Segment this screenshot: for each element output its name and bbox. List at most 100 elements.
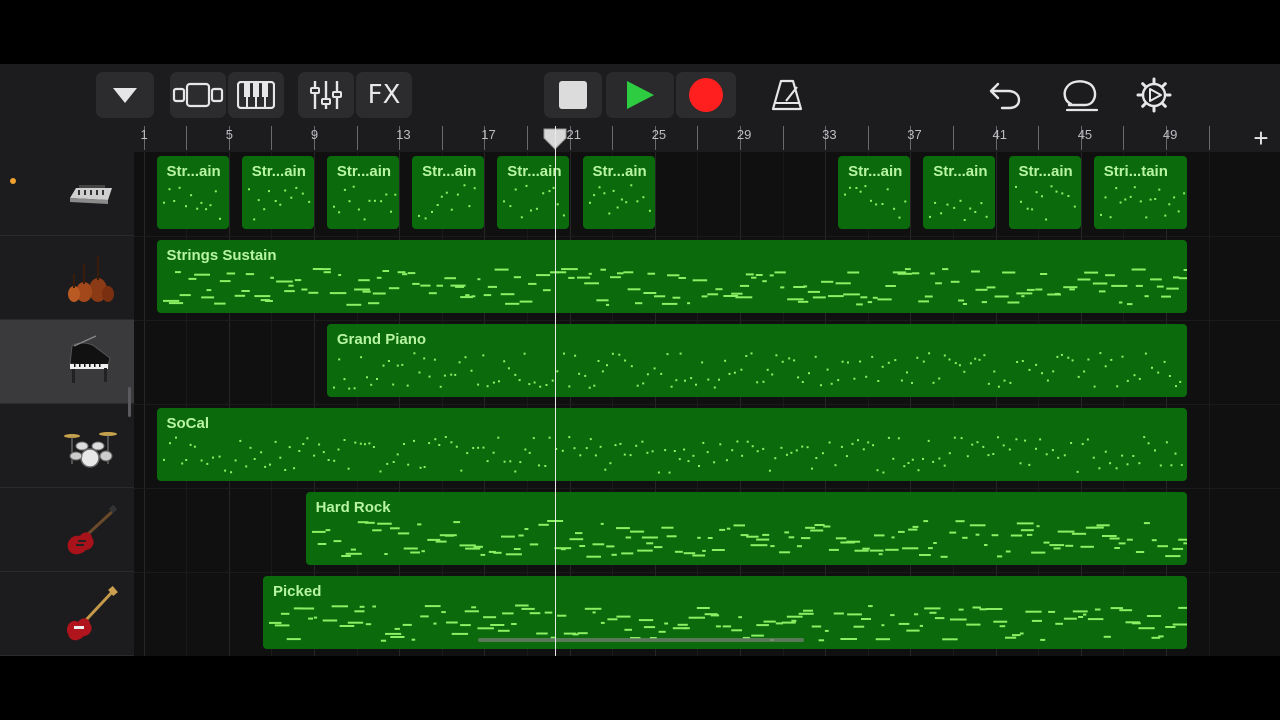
- midi-note: [348, 200, 351, 203]
- midi-note: [673, 450, 676, 452]
- midi-note: [783, 531, 789, 534]
- midi-note: [961, 536, 968, 539]
- track-header-grand-piano[interactable]: [0, 320, 134, 404]
- midi-note: [200, 459, 203, 462]
- midi-note: [694, 383, 697, 386]
- midi-note: [459, 296, 473, 299]
- track-lane[interactable]: SoCal: [134, 404, 1280, 489]
- midi-note: [946, 203, 949, 206]
- midi-note: [392, 461, 395, 463]
- midi-note: [738, 616, 742, 619]
- midi-note: [244, 465, 247, 468]
- midi-note: [828, 441, 831, 444]
- midi-note: [431, 210, 434, 213]
- loop-browser-button[interactable]: [1055, 72, 1105, 118]
- midi-note: [264, 300, 273, 302]
- region[interactable]: Str...ain: [1008, 156, 1081, 229]
- midi-note: [675, 379, 678, 382]
- midi-note: [1143, 522, 1150, 525]
- region[interactable]: Str...ain: [497, 156, 570, 229]
- stop-button[interactable]: [544, 72, 602, 118]
- midi-note: [294, 186, 297, 189]
- midi-note: [443, 277, 456, 280]
- region[interactable]: Str...ain: [838, 156, 911, 229]
- track-header-hard-rock[interactable]: [0, 488, 134, 572]
- midi-note: [1178, 606, 1188, 609]
- track-lane[interactable]: Strings Sustain: [134, 236, 1280, 321]
- record-button[interactable]: [676, 72, 736, 118]
- midi-note: [1099, 213, 1102, 216]
- midi-note: [280, 612, 290, 615]
- instrument-view-button[interactable]: [228, 72, 284, 118]
- midi-note: [365, 623, 372, 626]
- track-header-strings-sustain[interactable]: [0, 236, 134, 320]
- ruler-tick: [952, 126, 954, 150]
- region[interactable]: Str...ain: [241, 156, 314, 229]
- loop-icon: [1063, 80, 1099, 112]
- midi-note: [907, 462, 909, 464]
- midi-note: [492, 381, 495, 384]
- midi-note: [869, 549, 884, 552]
- track-header-picked[interactable]: [0, 572, 134, 656]
- track-lane[interactable]: Picked: [134, 572, 1280, 656]
- midi-note: [683, 379, 686, 382]
- midi-note: [1083, 613, 1087, 616]
- track-lane[interactable]: Hard Rock: [134, 488, 1280, 573]
- region[interactable]: Hard Rock: [305, 492, 1188, 565]
- horizontal-scrollbar[interactable]: [478, 638, 804, 642]
- midi-note: [1046, 379, 1049, 382]
- midi-note: [763, 620, 776, 623]
- region[interactable]: Str...ain: [923, 156, 996, 229]
- midi-note: [1071, 359, 1074, 362]
- midi-note: [492, 551, 502, 554]
- tracks-area[interactable]: Str...ain Str...ain Str...ain Str...ain Str.…: [134, 152, 1280, 656]
- track-lane[interactable]: Str...ain Str...ain Str...ain Str...ain Str.…: [134, 152, 1280, 237]
- midi-note: [943, 354, 946, 357]
- playhead[interactable]: [554, 126, 556, 656]
- midi-note: [515, 604, 529, 607]
- midi-note: [379, 470, 381, 473]
- midi-note: [717, 378, 720, 381]
- region[interactable]: SoCal: [156, 408, 1188, 481]
- region[interactable]: Str...ain: [412, 156, 485, 229]
- fx-button[interactable]: FX: [356, 72, 412, 118]
- midi-note: [620, 552, 633, 555]
- midi-note: [768, 469, 771, 472]
- midi-note: [901, 547, 918, 550]
- midi-note: [375, 378, 378, 380]
- mixer-button[interactable]: [298, 72, 354, 118]
- region[interactable]: Stri...tain: [1093, 156, 1188, 229]
- midi-note: [343, 378, 346, 381]
- midi-note: [1165, 287, 1179, 290]
- region[interactable]: Grand Piano: [326, 324, 1188, 397]
- midi-note: [458, 361, 461, 364]
- region[interactable]: Str...ain: [156, 156, 229, 229]
- track-header-strings-pizzicato[interactable]: [0, 152, 134, 236]
- midi-note: [340, 555, 351, 557]
- midi-note: [327, 459, 330, 461]
- vertical-scrollbar[interactable]: [128, 387, 131, 417]
- undo-button[interactable]: [980, 72, 1030, 118]
- play-button[interactable]: [606, 72, 674, 118]
- region[interactable]: Strings Sustain: [156, 240, 1188, 313]
- track-header-socal[interactable]: [0, 404, 134, 488]
- midi-note: [795, 449, 798, 452]
- midi-note: [756, 624, 769, 627]
- timeline-ruler[interactable]: 1 5 9 13 17 21 25 29 33 37 41 45 49 +: [134, 123, 1280, 153]
- settings-button[interactable]: [1129, 72, 1179, 118]
- midi-note: [975, 288, 987, 291]
- midi-note: [162, 458, 165, 461]
- midi-note: [623, 359, 626, 362]
- midi-note: [348, 387, 351, 390]
- region[interactable]: Str...ain: [326, 156, 400, 229]
- region[interactable]: Str...ain: [582, 156, 655, 229]
- midi-note: [1126, 379, 1129, 382]
- track-lane[interactable]: Grand Piano: [134, 320, 1280, 405]
- midi-note: [918, 554, 931, 556]
- midi-note: [297, 450, 300, 452]
- tracks-menu-button[interactable]: [96, 72, 154, 118]
- metronome-button[interactable]: [762, 72, 812, 118]
- add-section-button[interactable]: +: [1246, 123, 1276, 153]
- tracks-view-button[interactable]: [170, 72, 226, 118]
- midi-note: [332, 205, 335, 208]
